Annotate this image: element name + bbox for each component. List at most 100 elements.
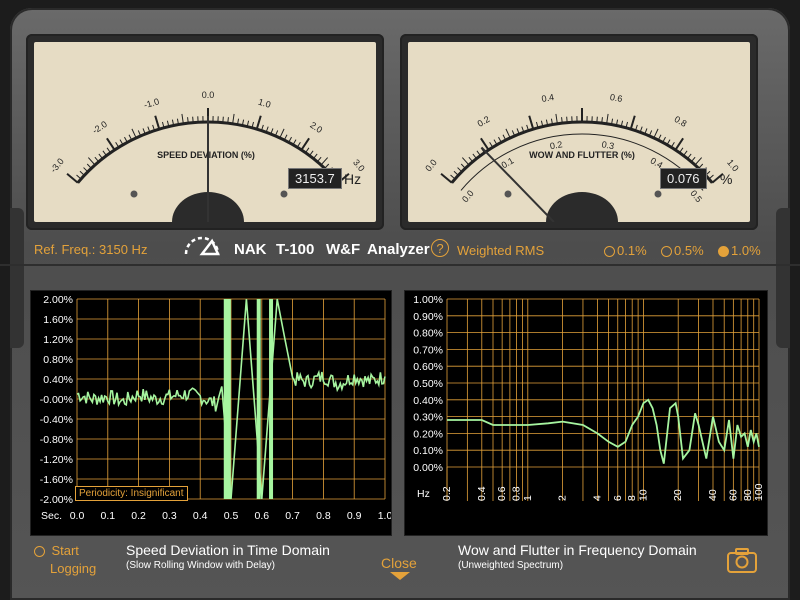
scale-tick [566, 116, 568, 123]
brand-label: NAK [234, 241, 267, 258]
scale-option-0.5[interactable]: 0.5% [661, 243, 704, 258]
close-button[interactable]: Close [381, 555, 417, 571]
chevron-down-icon[interactable] [390, 572, 410, 582]
x-tick-label: 20 [672, 489, 684, 501]
y-tick-label: 0.40% [413, 395, 443, 407]
wow-screw-right [654, 190, 662, 198]
frequency-domain-plot: 1.00% 0.90% 0.80% 0.70% 0.60% 0.50% 0.40% 0.30%… [413, 294, 765, 501]
wow-meter-face: 0.00.20.4 0.60.81.00.00.10.2 0.30.40.5 WOW… [408, 42, 750, 222]
wow-screw-left [504, 190, 512, 198]
y-tick-label: 0.20% [413, 428, 443, 440]
camera-icon[interactable] [726, 546, 758, 574]
wow-readout-unit: % [720, 171, 733, 187]
scale-tick [187, 117, 189, 124]
right-graph-subtitle: (Unweighted Spectrum) [458, 560, 564, 571]
speed-meter-title: SPEED DEVIATION (%) [157, 150, 255, 160]
x-axis-label: Hz [417, 488, 430, 500]
radio-icon [661, 246, 672, 257]
analyzer-label: Analyzer [367, 241, 430, 258]
y-tick-label: 0.00% [413, 462, 443, 474]
scale-tick [596, 116, 598, 123]
scale-option-0.1[interactable]: 0.1% [604, 243, 647, 258]
x-tick-label: 40 [707, 489, 719, 501]
x-tick-label: 0.4 [476, 486, 488, 501]
x-tick-label: 0.6 [496, 486, 508, 501]
wow-meter: 0.0 0.2 0.4 0.6 0.8 1.0 0.0 0.1 0.2 0.3 0.4 0.5 WOW… [400, 34, 758, 230]
y-tick-label: 0.90% [413, 311, 443, 323]
logo-icon [184, 236, 220, 256]
x-tick-label: 0.6 [254, 510, 269, 522]
start-logging-button[interactable]: Start Logging [34, 542, 96, 578]
speed-screw-right [280, 190, 288, 198]
tick-label: 0.6 [609, 92, 623, 104]
frequency-domain-graph: 1.00% 0.90% 0.80% 0.70% 0.60% 0.50% 0.40% 0.30%… [404, 290, 768, 536]
radio-selected-icon [718, 246, 729, 257]
x-tick-label: 8 [626, 495, 638, 501]
y-tick-label: 1.20% [43, 334, 73, 346]
y-tick-label: 0.50% [413, 378, 443, 390]
x-tick-label: 4 [591, 495, 603, 501]
y-tick-label: -1.60% [40, 474, 73, 486]
x-tick-label: 100 [753, 483, 765, 501]
weighting-label[interactable]: Weighted RMS [457, 243, 544, 258]
x-tick-label: 1.0 [378, 510, 391, 522]
y-tick-label: -1.20% [40, 454, 73, 466]
mode-label: W&F [326, 241, 361, 258]
wow-meter-title: WOW AND FLUTTER (%) [529, 150, 635, 160]
model-label: T-100 [276, 241, 315, 258]
time-domain-graph: 2.00% 1.60% 1.20% 0.80% 0.40% -0.00% -0.40% -0.… [30, 290, 392, 536]
scale-tick [222, 116, 224, 123]
speed-readout: 3153.7 [288, 168, 342, 189]
control-bar: Ref. Freq.: 3150 Hz NAK T-100 W&F Analyz… [0, 230, 800, 266]
left-graph-subtitle: (Slow Rolling Window with Delay) [126, 560, 275, 571]
y-tick-label: 0.80% [413, 328, 443, 340]
x-tick-label: 80 [742, 489, 754, 501]
radio-icon [34, 546, 45, 557]
y-tick-label: -2.00% [40, 494, 73, 506]
dropout-spike [256, 299, 261, 499]
y-tick-label: 0.10% [413, 445, 443, 457]
x-axis-label: Sec. [41, 510, 62, 522]
x-tick-label: 0.5 [224, 510, 239, 522]
dropout-spike [269, 299, 274, 499]
y-tick-label: -0.80% [40, 434, 73, 446]
x-tick-label: 0.4 [193, 510, 208, 522]
help-button[interactable]: ? [431, 239, 449, 257]
scale-option-1.0[interactable]: 1.0% [718, 243, 761, 258]
right-graph-title: Wow and Flutter in Frequency Domain [458, 542, 697, 558]
y-tick-label: 0.30% [413, 412, 443, 424]
y-tick-label: 0.80% [43, 354, 73, 366]
tick-label: 0.4 [541, 92, 555, 104]
x-tick-label: 0.1 [100, 510, 115, 522]
x-tick-label: 1 [522, 495, 534, 501]
dropout-spike [226, 299, 231, 499]
y-tick-label: 0.60% [413, 361, 443, 373]
spectrum-trace-line [447, 398, 760, 464]
frame-left-tab [10, 208, 24, 348]
y-tick-label: 1.60% [43, 314, 73, 326]
wow-readout: 0.076 [660, 168, 707, 189]
x-tick-label: 0.2 [441, 486, 453, 501]
x-tick-label: 0.7 [285, 510, 300, 522]
speed-screw-left [130, 190, 138, 198]
speed-readout-unit: Hz [344, 171, 362, 187]
y-tick-label: 2.00% [43, 294, 73, 306]
scale-tick [561, 117, 563, 124]
y-tick-label: -0.40% [40, 414, 73, 426]
left-graph-title: Speed Deviation in Time Domain [126, 542, 330, 558]
speed-meter-face: -3.0-2.0-1.00.01.02.03.0 SPEED DEVIATION… [34, 42, 376, 222]
x-tick-label: 2 [557, 495, 569, 501]
frame-right-tab [776, 208, 790, 348]
x-tick-label: 0.3 [162, 510, 177, 522]
scale-tick [601, 117, 603, 124]
x-tick-label: 0.0 [70, 510, 85, 522]
y-tick-label: -0.00% [40, 394, 73, 406]
speed-meter: -3.0 -2.0 -1.0 0.0 1.0 2.0 3.0 SPEED DEVIATION… [26, 34, 384, 230]
periodicity-label: Periodicity: Insignificant [75, 486, 188, 501]
x-tick-label: 0.8 [511, 486, 523, 501]
x-tick-label: 60 [727, 489, 739, 501]
x-tick-label: 0.2 [131, 510, 146, 522]
scale-tick [227, 117, 229, 124]
y-tick-label: 1.00% [413, 294, 443, 306]
x-tick-label: 0.8 [316, 510, 331, 522]
